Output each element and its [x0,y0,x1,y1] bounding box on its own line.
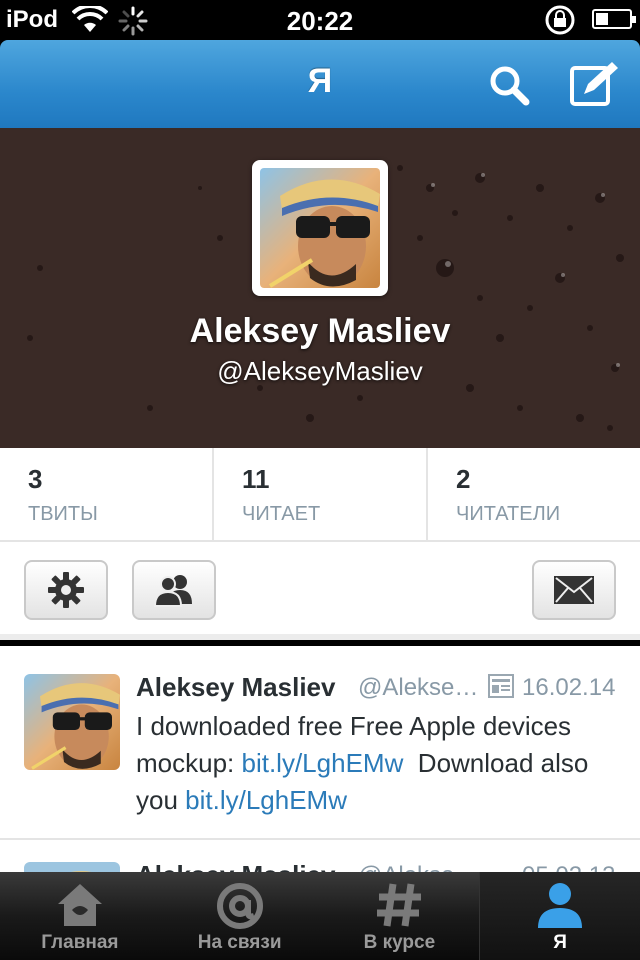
page-title: Я [307,62,333,100]
tab-label: Главная [41,932,119,953]
tweet-link[interactable]: bit.ly/LghEMw [242,748,404,778]
direct-message-button[interactable] [532,560,616,620]
profile-header: Aleksey Masliev @AlekseyMasliev [0,128,640,448]
avatar-image [260,168,380,288]
tab-label: На связи [197,932,282,953]
gear-icon [48,572,84,608]
lists-button[interactable] [132,560,216,620]
tab-home[interactable]: Главная [0,872,160,960]
home-icon [54,880,106,935]
tweet-link[interactable]: bit.ly/LghEMw [185,785,347,815]
tab-discover[interactable]: В курсе [320,872,480,960]
profile-avatar[interactable] [252,160,388,296]
stat-label: ЧИТАТЕЛИ [456,503,561,525]
tweet-item[interactable]: Aleksey Masliev @Alekse… 16.02.14 I down… [0,646,640,840]
search-button[interactable] [484,60,534,110]
stat-value: 11 [242,464,270,494]
tab-me[interactable]: Я [479,872,640,960]
status-bar: iPod 20:22 [0,0,640,40]
tweet-text: I downloaded free Free Apple devices moc… [136,708,626,819]
tweet-avatar[interactable] [24,674,120,770]
person-icon [534,880,586,935]
stat-value: 2 [456,464,471,494]
tab-connect[interactable]: На связи [160,872,320,960]
navigation-bar: Я [0,40,640,128]
settings-button[interactable] [24,560,108,620]
tweet-author-name: Aleksey Masliev [136,672,336,702]
battery-icon [592,9,636,29]
tab-label: В курсе [363,932,436,953]
stat-followers[interactable]: 2 ЧИТАТЕЛИ [428,448,640,540]
compose-icon [570,62,618,106]
people-icon [153,575,192,607]
summary-card-icon [488,674,514,703]
stat-following[interactable]: 11 ЧИТАЕТ [214,448,428,540]
profile-handle: @AlekseyMasliev [217,356,423,386]
tweet-date: 16.02.14 [522,674,616,701]
tweet-author-handle: @Alekse… [358,674,479,701]
tab-bar: Главная На связи В курсе Я [0,872,640,960]
stat-tweets[interactable]: 3 ТВИТЫ [0,448,214,540]
profile-actions [0,542,640,640]
profile-stats: 3 ТВИТЫ 11 ЧИТАЕТ 2 ЧИТАТЕЛИ [0,448,640,542]
tweet-feed: Aleksey Masliev @Alekse… 16.02.14 I down… [0,646,640,874]
stat-label: ТВИТЫ [28,503,98,525]
stat-label: ЧИТАЕТ [242,503,321,525]
at-icon [214,880,266,937]
rotation-lock-icon [544,4,578,41]
stat-value: 3 [28,464,43,494]
profile-name: Aleksey Masliev [189,312,451,350]
tweet-item[interactable]: Aleksey Masliev @Alekse… 05.02.13 [0,840,640,874]
compose-button[interactable] [566,58,622,112]
tab-label: Я [553,932,567,953]
hashtag-icon [375,880,423,935]
envelope-icon [554,576,594,604]
search-icon [490,66,530,106]
